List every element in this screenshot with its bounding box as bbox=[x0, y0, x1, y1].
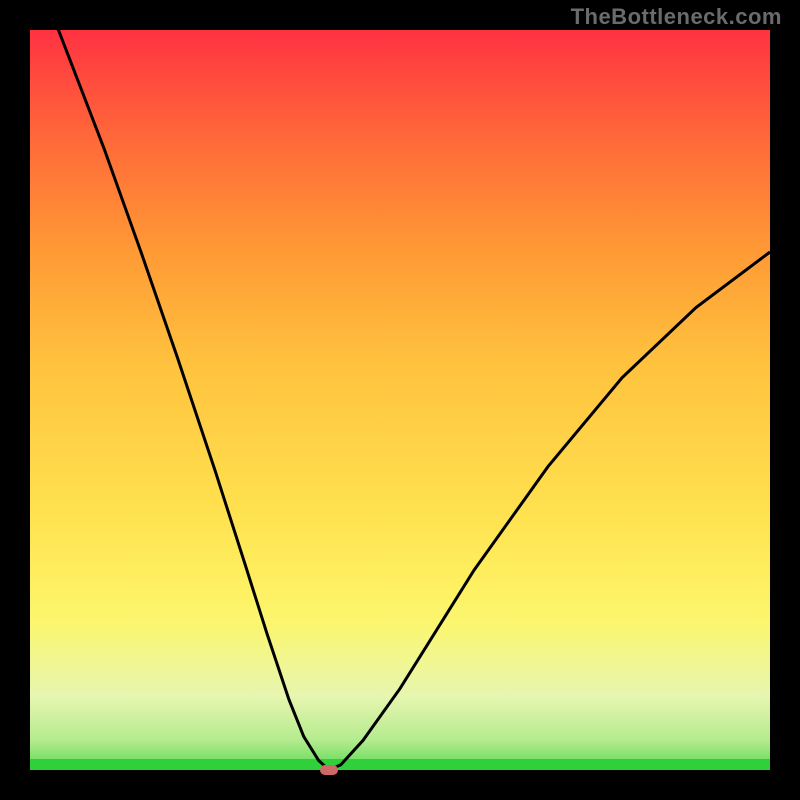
watermark-text: TheBottleneck.com bbox=[571, 4, 782, 30]
bottleneck-curve bbox=[30, 30, 770, 770]
plot-area bbox=[30, 30, 770, 770]
minimum-marker bbox=[320, 765, 338, 775]
chart-frame: TheBottleneck.com bbox=[0, 0, 800, 800]
curve-path bbox=[30, 0, 770, 770]
